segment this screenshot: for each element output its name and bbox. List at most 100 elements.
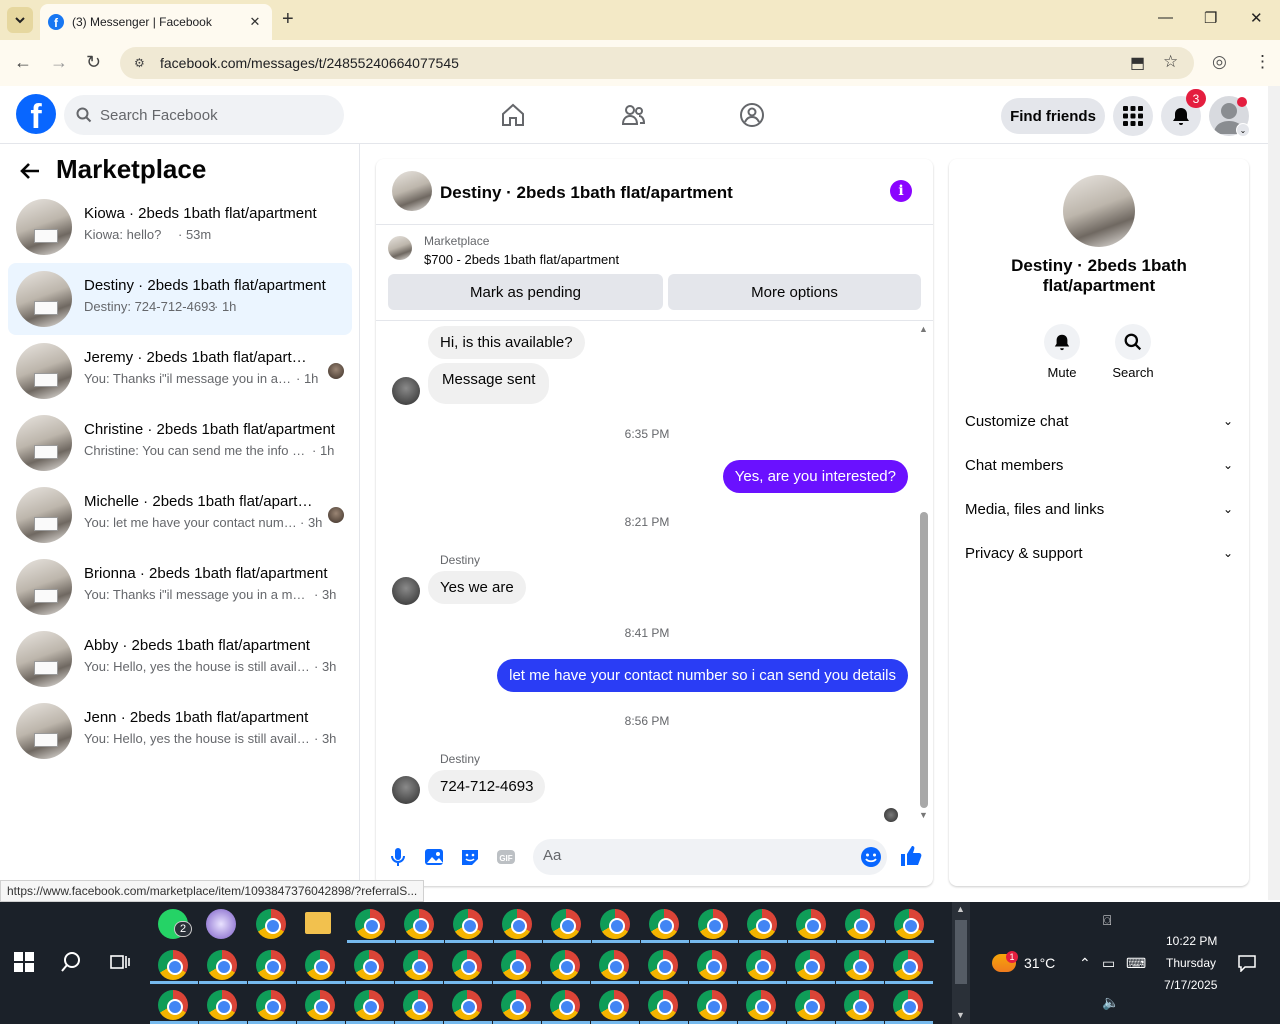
find-friends-button[interactable]: Find friends bbox=[1001, 98, 1105, 134]
scrollbar-thumb[interactable] bbox=[955, 920, 967, 984]
chrome-icon[interactable] bbox=[501, 990, 531, 1020]
tab-close-icon[interactable]: ✕ bbox=[246, 14, 264, 30]
message-incoming[interactable]: Hi, is this available? bbox=[428, 326, 585, 359]
message-incoming[interactable]: Message sent bbox=[428, 363, 550, 404]
listing-title[interactable]: $700 - 2beds 1bath flat/apartment bbox=[424, 252, 619, 267]
friends-icon[interactable] bbox=[620, 102, 646, 128]
chrome-icon[interactable] bbox=[354, 990, 384, 1020]
conversation-item[interactable]: Kiowa · 2beds 1bath flat/apartment Kiowa… bbox=[8, 191, 352, 263]
chrome-icon[interactable] bbox=[893, 950, 923, 980]
chrome-icon[interactable] bbox=[697, 950, 727, 980]
chrome-icon[interactable] bbox=[453, 909, 483, 939]
search-input[interactable] bbox=[100, 106, 320, 124]
chat-scrollbar-thumb[interactable] bbox=[920, 512, 928, 808]
sender-avatar[interactable] bbox=[392, 776, 420, 804]
minimize-icon[interactable]: — bbox=[1158, 9, 1173, 26]
home-icon[interactable] bbox=[500, 102, 526, 128]
bookmark-star-icon[interactable]: ☆ bbox=[1163, 52, 1178, 72]
chrome-icon[interactable] bbox=[648, 990, 678, 1020]
tab-search-dropdown-button[interactable] bbox=[7, 7, 33, 33]
new-tab-plus-icon[interactable]: + bbox=[282, 8, 294, 31]
windows-start-icon[interactable] bbox=[14, 952, 34, 972]
clock-date[interactable]: 7/17/2025 bbox=[1164, 978, 1217, 992]
address-bar[interactable]: ⚙ facebook.com/messages/t/24855240664077… bbox=[120, 47, 1194, 79]
meet-now-icon[interactable]: ⌼ bbox=[1103, 912, 1111, 929]
conversation-item[interactable]: Jenn · 2beds 1bath flat/apartment You: H… bbox=[8, 695, 352, 767]
chrome-icon[interactable] bbox=[404, 909, 434, 939]
message-incoming[interactable]: 724-712-4693 bbox=[428, 770, 546, 803]
chrome-icon[interactable] bbox=[796, 909, 826, 939]
conversation-item[interactable]: Brionna · 2beds 1bath flat/apartment You… bbox=[8, 551, 352, 623]
chrome-icon[interactable] bbox=[844, 990, 874, 1020]
chrome-icon[interactable] bbox=[894, 909, 924, 939]
chrome-icon[interactable] bbox=[698, 909, 728, 939]
chrome-icon[interactable] bbox=[893, 990, 923, 1020]
chrome-icon[interactable] bbox=[599, 950, 629, 980]
chrome-icon[interactable] bbox=[207, 950, 237, 980]
back-arrow-icon[interactable] bbox=[20, 160, 40, 186]
app-icon[interactable] bbox=[206, 909, 236, 939]
conversation-item-active[interactable]: Destiny · 2beds 1bath flat/apartment Des… bbox=[8, 263, 352, 335]
message-outgoing[interactable]: let me have your contact number so i can… bbox=[497, 659, 908, 692]
chrome-icon[interactable] bbox=[501, 950, 531, 980]
listing-avatar[interactable] bbox=[1063, 175, 1135, 247]
message-incoming[interactable]: Yes we are bbox=[428, 571, 526, 604]
chrome-icon[interactable] bbox=[845, 909, 875, 939]
message-input[interactable] bbox=[543, 847, 843, 864]
message-composer[interactable] bbox=[533, 839, 887, 875]
chrome-icon[interactable] bbox=[158, 950, 188, 980]
chrome-icon[interactable] bbox=[599, 990, 629, 1020]
chrome-icon[interactable] bbox=[502, 909, 532, 939]
chrome-icon[interactable] bbox=[256, 909, 286, 939]
taskbar-overflow-scrollbar[interactable]: ▲ ▼ bbox=[952, 902, 970, 1024]
chrome-icon[interactable] bbox=[550, 950, 580, 980]
chrome-icon[interactable] bbox=[746, 990, 776, 1020]
chat-avatar[interactable] bbox=[392, 171, 432, 211]
temperature[interactable]: 31°C bbox=[1024, 955, 1055, 971]
chrome-icon[interactable] bbox=[305, 950, 335, 980]
show-hidden-icons-chevron-icon[interactable]: ⌃ bbox=[1079, 955, 1091, 972]
chrome-icon[interactable] bbox=[795, 950, 825, 980]
groups-icon[interactable] bbox=[739, 102, 765, 128]
scroll-up-arrow-icon[interactable]: ▲ bbox=[919, 324, 928, 334]
mark-as-pending-button[interactable]: Mark as pending bbox=[388, 274, 663, 310]
chat-members-section[interactable]: Chat members ⌄ bbox=[965, 450, 1233, 480]
photo-icon[interactable] bbox=[423, 846, 445, 868]
chrome-icon[interactable] bbox=[403, 990, 433, 1020]
chrome-icon[interactable] bbox=[648, 950, 678, 980]
page-scrollbar[interactable] bbox=[1268, 86, 1280, 900]
chrome-icon[interactable] bbox=[600, 909, 630, 939]
clock-time[interactable]: 10:22 PM bbox=[1166, 934, 1217, 948]
mute-button[interactable] bbox=[1044, 324, 1080, 360]
conversation-item[interactable]: Michelle · 2beds 1bath flat/apartment Yo… bbox=[8, 479, 352, 551]
chrome-icon[interactable] bbox=[305, 990, 335, 1020]
chrome-icon[interactable] bbox=[256, 990, 286, 1020]
restore-icon[interactable]: ❐ bbox=[1204, 9, 1217, 27]
taskbar-search-icon[interactable] bbox=[60, 951, 82, 973]
chat-scrollbar[interactable]: ▲ ▼ bbox=[918, 322, 930, 822]
emoji-icon[interactable] bbox=[860, 846, 882, 868]
profile-account-icon[interactable]: ◎ bbox=[1212, 52, 1227, 72]
listing-thumbnail[interactable] bbox=[388, 236, 412, 260]
browser-menu-icon[interactable]: ⋮ bbox=[1254, 52, 1271, 72]
chrome-icon[interactable] bbox=[452, 950, 482, 980]
chrome-icon[interactable] bbox=[747, 909, 777, 939]
chrome-icon[interactable] bbox=[649, 909, 679, 939]
keyboard-icon[interactable]: ⌨ bbox=[1126, 955, 1146, 972]
customize-chat-section[interactable]: Customize chat ⌄ bbox=[965, 406, 1233, 436]
chrome-icon[interactable] bbox=[355, 909, 385, 939]
microphone-icon[interactable] bbox=[387, 846, 409, 868]
media-files-links-section[interactable]: Media, files and links ⌄ bbox=[965, 494, 1233, 524]
facebook-logo-icon[interactable]: f bbox=[16, 94, 56, 134]
chrome-icon[interactable] bbox=[551, 909, 581, 939]
search-box[interactable] bbox=[64, 95, 344, 135]
menu-grid-button[interactable] bbox=[1113, 96, 1153, 136]
clock-day[interactable]: Thursday bbox=[1166, 956, 1216, 970]
reload-icon[interactable]: ↻ bbox=[86, 52, 101, 73]
chrome-icon[interactable] bbox=[207, 990, 237, 1020]
conversation-item[interactable]: Christine · 2beds 1bath flat/apartment C… bbox=[8, 407, 352, 479]
scroll-up-arrow-icon[interactable]: ▲ bbox=[956, 904, 965, 914]
chrome-icon[interactable] bbox=[746, 950, 776, 980]
close-window-icon[interactable]: ✕ bbox=[1250, 9, 1263, 27]
message-outgoing[interactable]: Yes, are you interested? bbox=[722, 460, 908, 493]
